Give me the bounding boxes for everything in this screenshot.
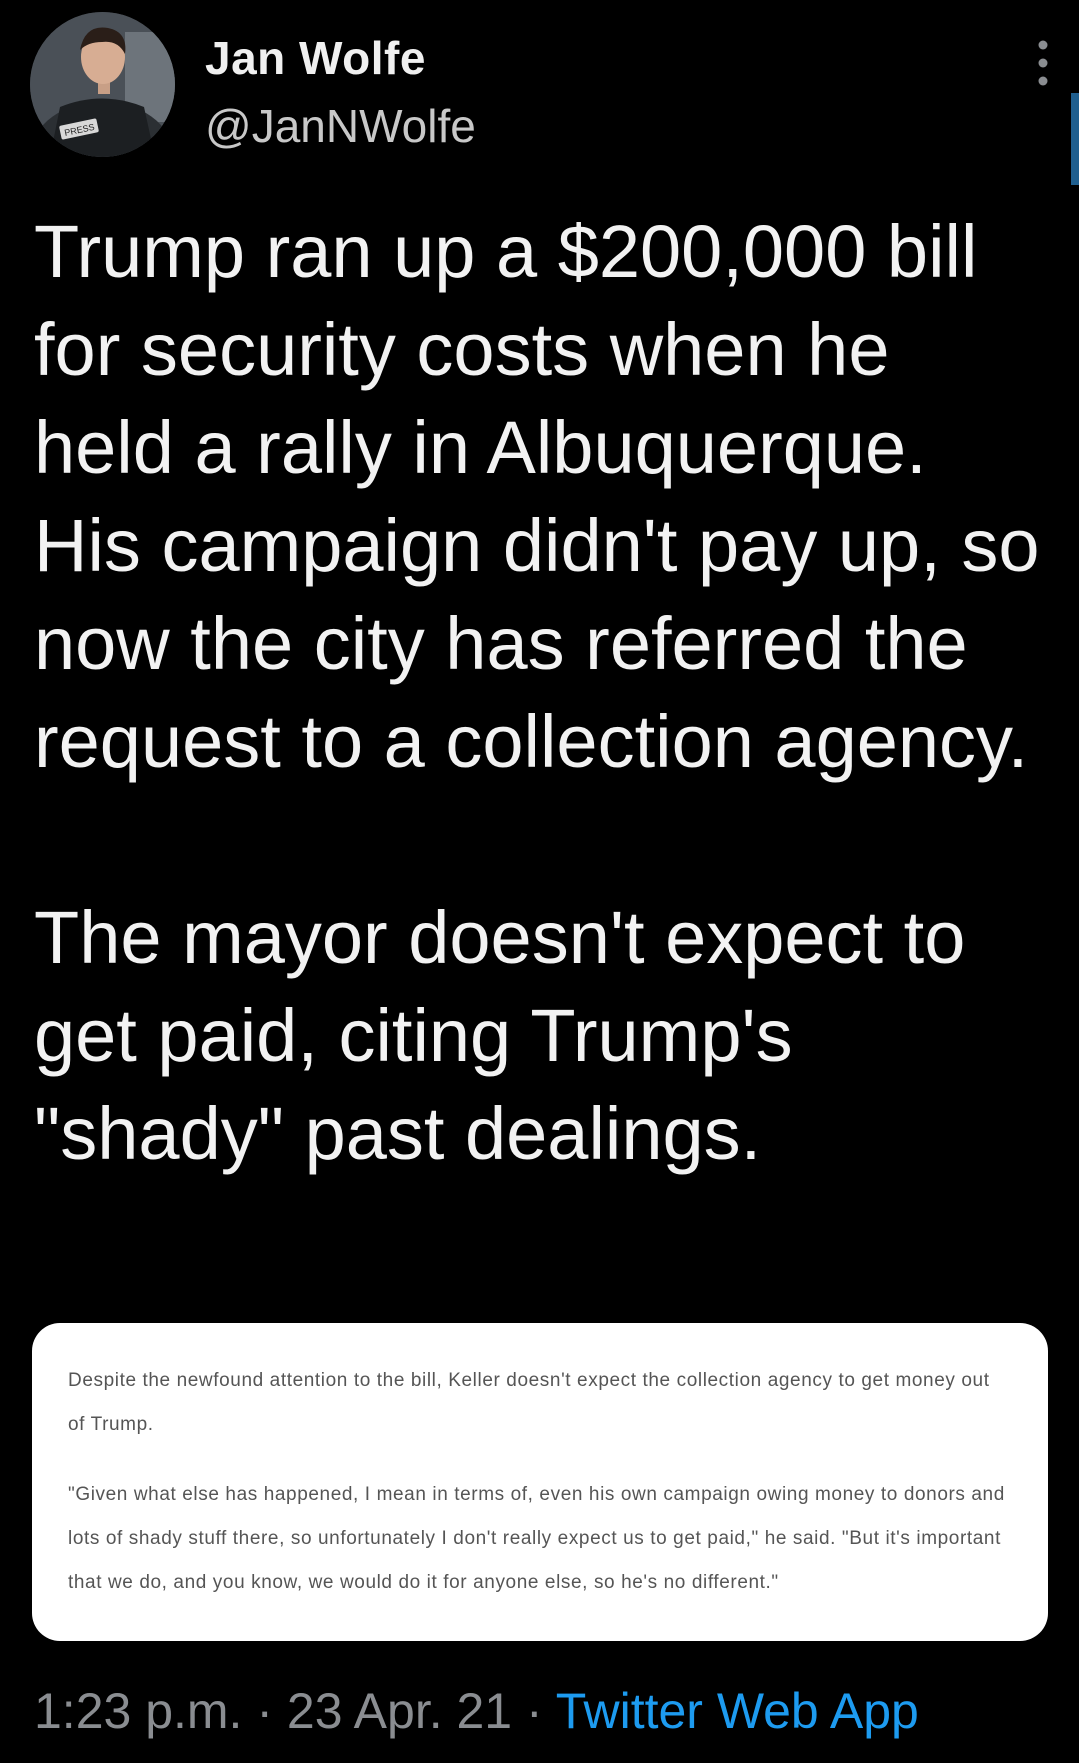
separator: · (256, 1683, 274, 1739)
attached-image[interactable]: Despite the newfound attention to the bi… (32, 1323, 1048, 1641)
more-vertical-icon (1038, 40, 1048, 86)
tweet-footer: 1:23 p.m. · 23 Apr. 21 · Twitter Web App (34, 1679, 919, 1743)
author-names: Jan Wolfe @JanNWolfe (205, 28, 476, 156)
user-handle[interactable]: @JanNWolfe (205, 96, 476, 156)
avatar-image: PRESS (30, 12, 175, 157)
tweet-time[interactable]: 1:23 p.m. (34, 1683, 242, 1739)
image-text-paragraph: Despite the newfound attention to the bi… (68, 1370, 990, 1435)
tweet-text: Trump ran up a $200,000 bill for securit… (34, 203, 1044, 1183)
tweet-header: PRESS Jan Wolfe @JanNWolfe (30, 12, 1050, 162)
more-options-button[interactable] (1036, 38, 1050, 88)
avatar[interactable]: PRESS (30, 12, 175, 157)
image-text-paragraph: "Given what else has happened, I mean in… (68, 1484, 1005, 1593)
display-name[interactable]: Jan Wolfe (205, 28, 476, 88)
scrollbar[interactable] (1071, 93, 1079, 185)
tweet-source-link[interactable]: Twitter Web App (556, 1683, 919, 1739)
separator: · (526, 1683, 543, 1739)
tweet-paragraph: Trump ran up a $200,000 bill for securit… (34, 210, 1040, 783)
tweet-paragraph: The mayor doesn't expect to get paid, ci… (34, 896, 966, 1175)
tweet-date[interactable]: 23 Apr. 21 (287, 1683, 512, 1739)
